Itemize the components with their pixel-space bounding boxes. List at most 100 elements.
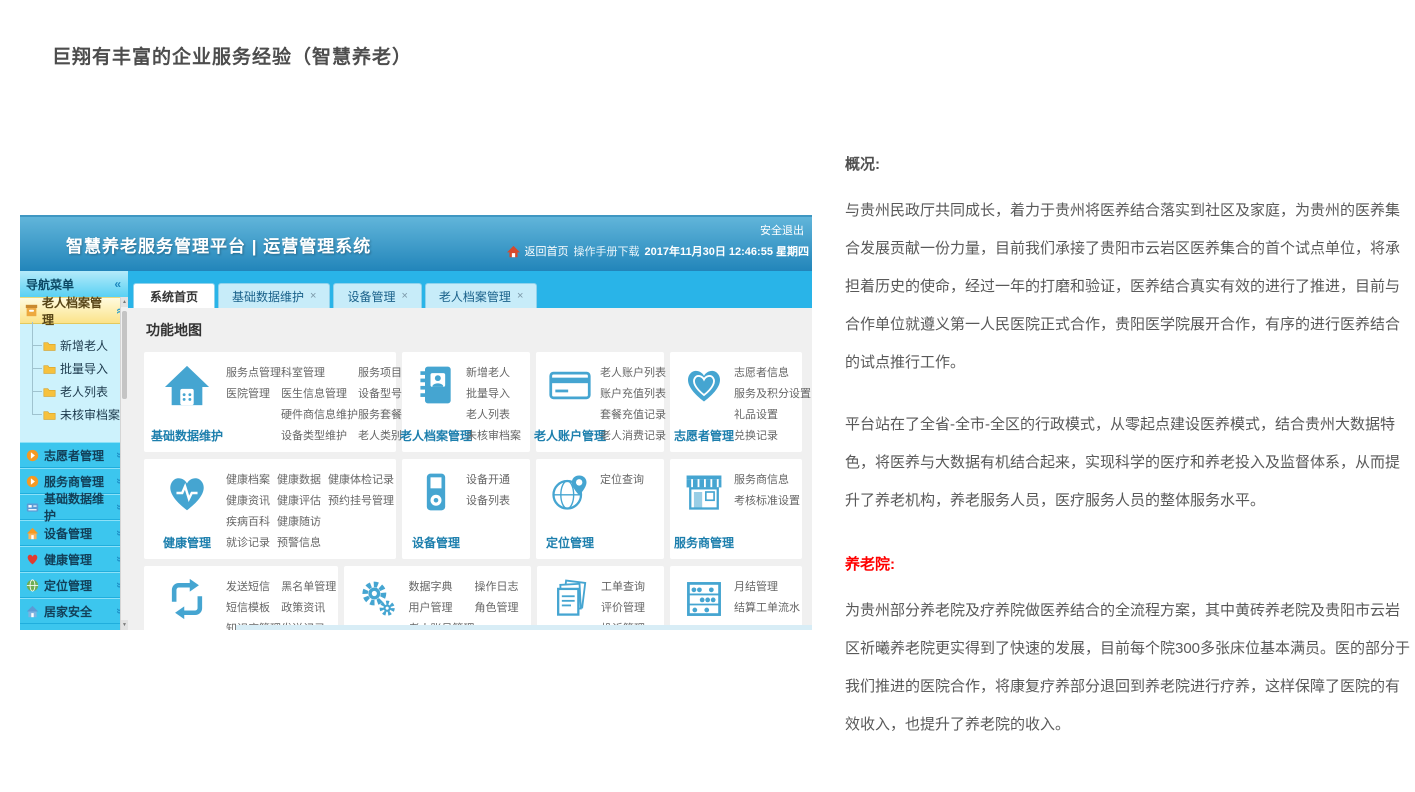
- module-link[interactable]: 服务点管理: [226, 363, 281, 384]
- module-title[interactable]: 基础数据维护: [151, 427, 223, 444]
- module-link[interactable]: 操作日志: [474, 577, 529, 598]
- tab-label: 设备管理: [347, 288, 395, 305]
- sidebar: 导航菜单 « 老人档案管理 « 新增老人 批量导入: [20, 271, 128, 630]
- safe-exit-link[interactable]: 安全退出: [760, 222, 804, 238]
- tab-base-data[interactable]: 基础数据维护 ×: [218, 283, 330, 308]
- sidebar-item-location[interactable]: 定位管理 »: [20, 572, 128, 598]
- submenu-item-batch-import[interactable]: 批量导入: [29, 357, 128, 380]
- module-link[interactable]: 老人账户列表: [600, 363, 666, 384]
- module-link[interactable]: 工单查询: [601, 577, 662, 598]
- module-link[interactable]: 月结管理: [734, 577, 800, 598]
- sidebar-item-volunteer[interactable]: 志愿者管理 »: [20, 442, 128, 468]
- folder-icon: [43, 386, 56, 397]
- module-link[interactable]: 老人列表: [466, 405, 528, 426]
- device-house-icon: [26, 527, 39, 540]
- module-link[interactable]: 预约挂号管理: [328, 491, 394, 512]
- module-link[interactable]: 疾病百科: [226, 512, 277, 533]
- module-title[interactable]: 老人档案管理: [400, 427, 472, 444]
- module-title[interactable]: 设备管理: [412, 534, 460, 551]
- manual-download-link[interactable]: 操作手册下载: [574, 243, 640, 259]
- module-link[interactable]: 健康档案: [226, 470, 277, 491]
- module-link[interactable]: 数据字典: [408, 577, 474, 598]
- module-link[interactable]: 硬件商信息维护: [281, 405, 358, 426]
- nursing-home-paragraph: 为贵州部分养老院及疗养院做医养结合的全流程方案，其中黄砖养老院及贵阳市云岩区祈曦…: [845, 592, 1413, 744]
- module-link[interactable]: 就诊记录: [226, 533, 277, 554]
- module-link[interactable]: 角色管理: [474, 598, 529, 619]
- folder-icon: [43, 409, 56, 420]
- module-link[interactable]: 兑换记录: [734, 426, 811, 447]
- scroll-up-icon[interactable]: ▲: [121, 297, 128, 307]
- module-link[interactable]: 账户充值列表: [600, 384, 666, 405]
- page-title: 巨翔有丰富的企业服务经验（智慧养老）: [52, 42, 412, 69]
- close-icon[interactable]: ×: [401, 290, 407, 302]
- module-link[interactable]: 发送短信: [226, 577, 281, 598]
- tab-elder-archive[interactable]: 老人档案管理 ×: [425, 283, 537, 308]
- globe-icon: [26, 579, 39, 592]
- submenu-item-elder-list[interactable]: 老人列表: [29, 380, 128, 403]
- module-link[interactable]: 短信模板: [226, 598, 281, 619]
- module-link[interactable]: 礼品设置: [734, 405, 811, 426]
- module-link[interactable]: 预警信息: [277, 533, 328, 554]
- sidebar-item-base-data[interactable]: 基础数据维护 »: [20, 494, 128, 520]
- sidebar-item-label: 志愿者管理: [44, 447, 104, 464]
- module-title[interactable]: 志愿者管理: [674, 427, 734, 444]
- tab-system-home[interactable]: 系统首页: [133, 283, 215, 308]
- close-icon[interactable]: ×: [310, 290, 316, 302]
- tab-device[interactable]: 设备管理 ×: [333, 283, 421, 308]
- module-link[interactable]: 志愿者信息: [734, 363, 811, 384]
- module-link[interactable]: 评价管理: [601, 598, 662, 619]
- module-title[interactable]: 服务商管理: [674, 534, 734, 551]
- module-card-device: 设备管理 设备开通 设备列表: [402, 459, 530, 559]
- device-icon: [414, 470, 458, 514]
- module-title[interactable]: 定位管理: [546, 534, 594, 551]
- module-title[interactable]: 健康管理: [163, 534, 211, 551]
- close-icon[interactable]: ×: [517, 290, 523, 302]
- return-home-link[interactable]: 返回首页: [525, 243, 569, 259]
- module-link[interactable]: 科室管理: [281, 363, 358, 384]
- module-link[interactable]: 用户管理: [408, 598, 474, 619]
- module-link[interactable]: 设备列表: [466, 491, 528, 512]
- sidebar-collapse-icon[interactable]: «: [114, 277, 121, 291]
- module-link[interactable]: 医生信息管理: [281, 384, 358, 405]
- sidebar-item-home-safety[interactable]: 居家安全 »: [20, 598, 128, 624]
- module-link[interactable]: 黑名单管理: [281, 577, 336, 598]
- module-link[interactable]: 设备开通: [466, 470, 528, 491]
- sidebar-item-label: 居家安全: [44, 603, 92, 620]
- module-link[interactable]: 考核标准设置: [734, 491, 800, 512]
- sidebar-item-health[interactable]: 健康管理 »: [20, 546, 128, 572]
- module-link[interactable]: 定位查询: [600, 470, 662, 491]
- module-link[interactable]: 服务及积分设置: [734, 384, 811, 405]
- sidebar-item-device[interactable]: 设备管理 »: [20, 520, 128, 546]
- sidebar-item-elder-archive[interactable]: 老人档案管理 «: [20, 297, 128, 324]
- module-link[interactable]: 健康体检记录: [328, 470, 394, 491]
- module-link[interactable]: 老人消费记录: [600, 426, 666, 447]
- globe-pin-icon: [548, 470, 592, 514]
- module-card-settlement: 月结管理 结算工单流水: [670, 566, 802, 630]
- sidebar-scrollbar[interactable]: ▲ ▼: [120, 297, 128, 630]
- submenu-label: 老人列表: [60, 383, 108, 400]
- module-card-elder-account: 老人账户管理 老人账户列表 账户充值列表 套餐充值记录 老人消费记录: [536, 352, 664, 452]
- module-link[interactable]: 服务商信息: [734, 470, 800, 491]
- content-bottom-strip: [236, 625, 812, 630]
- module-link[interactable]: 批量导入: [466, 384, 528, 405]
- module-link[interactable]: 设备类型维护: [281, 426, 358, 447]
- abacus-icon: [682, 577, 726, 621]
- module-link[interactable]: 未核审档案: [466, 426, 528, 447]
- overview-paragraph: 平台站在了全省-全市-全区的行政模式，从零起点建设医养模式，结合贵州大数据特色，…: [845, 406, 1413, 520]
- module-link[interactable]: 套餐充值记录: [600, 405, 666, 426]
- module-link[interactable]: 健康资讯: [226, 491, 277, 512]
- module-link[interactable]: 结算工单流水: [734, 598, 800, 619]
- scrollbar-thumb[interactable]: [122, 311, 127, 399]
- module-link[interactable]: 医院管理: [226, 384, 281, 405]
- submenu-item-unreviewed[interactable]: 未核审档案: [29, 403, 128, 426]
- scroll-down-icon[interactable]: ▼: [121, 620, 128, 630]
- module-link[interactable]: 政策资讯: [281, 598, 336, 619]
- module-link[interactable]: 健康随访: [277, 512, 328, 533]
- module-link[interactable]: 健康评估: [277, 491, 328, 512]
- module-card-elder-archive: 老人档案管理 新增老人 批量导入 老人列表 未核审档案: [402, 352, 530, 452]
- module-card-provider: 服务商管理 服务商信息 考核标准设置: [670, 459, 802, 559]
- module-title[interactable]: 老人账户管理: [534, 427, 606, 444]
- submenu-item-new-elder[interactable]: 新增老人: [29, 334, 128, 357]
- module-link[interactable]: 健康数据: [277, 470, 328, 491]
- module-link[interactable]: 新增老人: [466, 363, 528, 384]
